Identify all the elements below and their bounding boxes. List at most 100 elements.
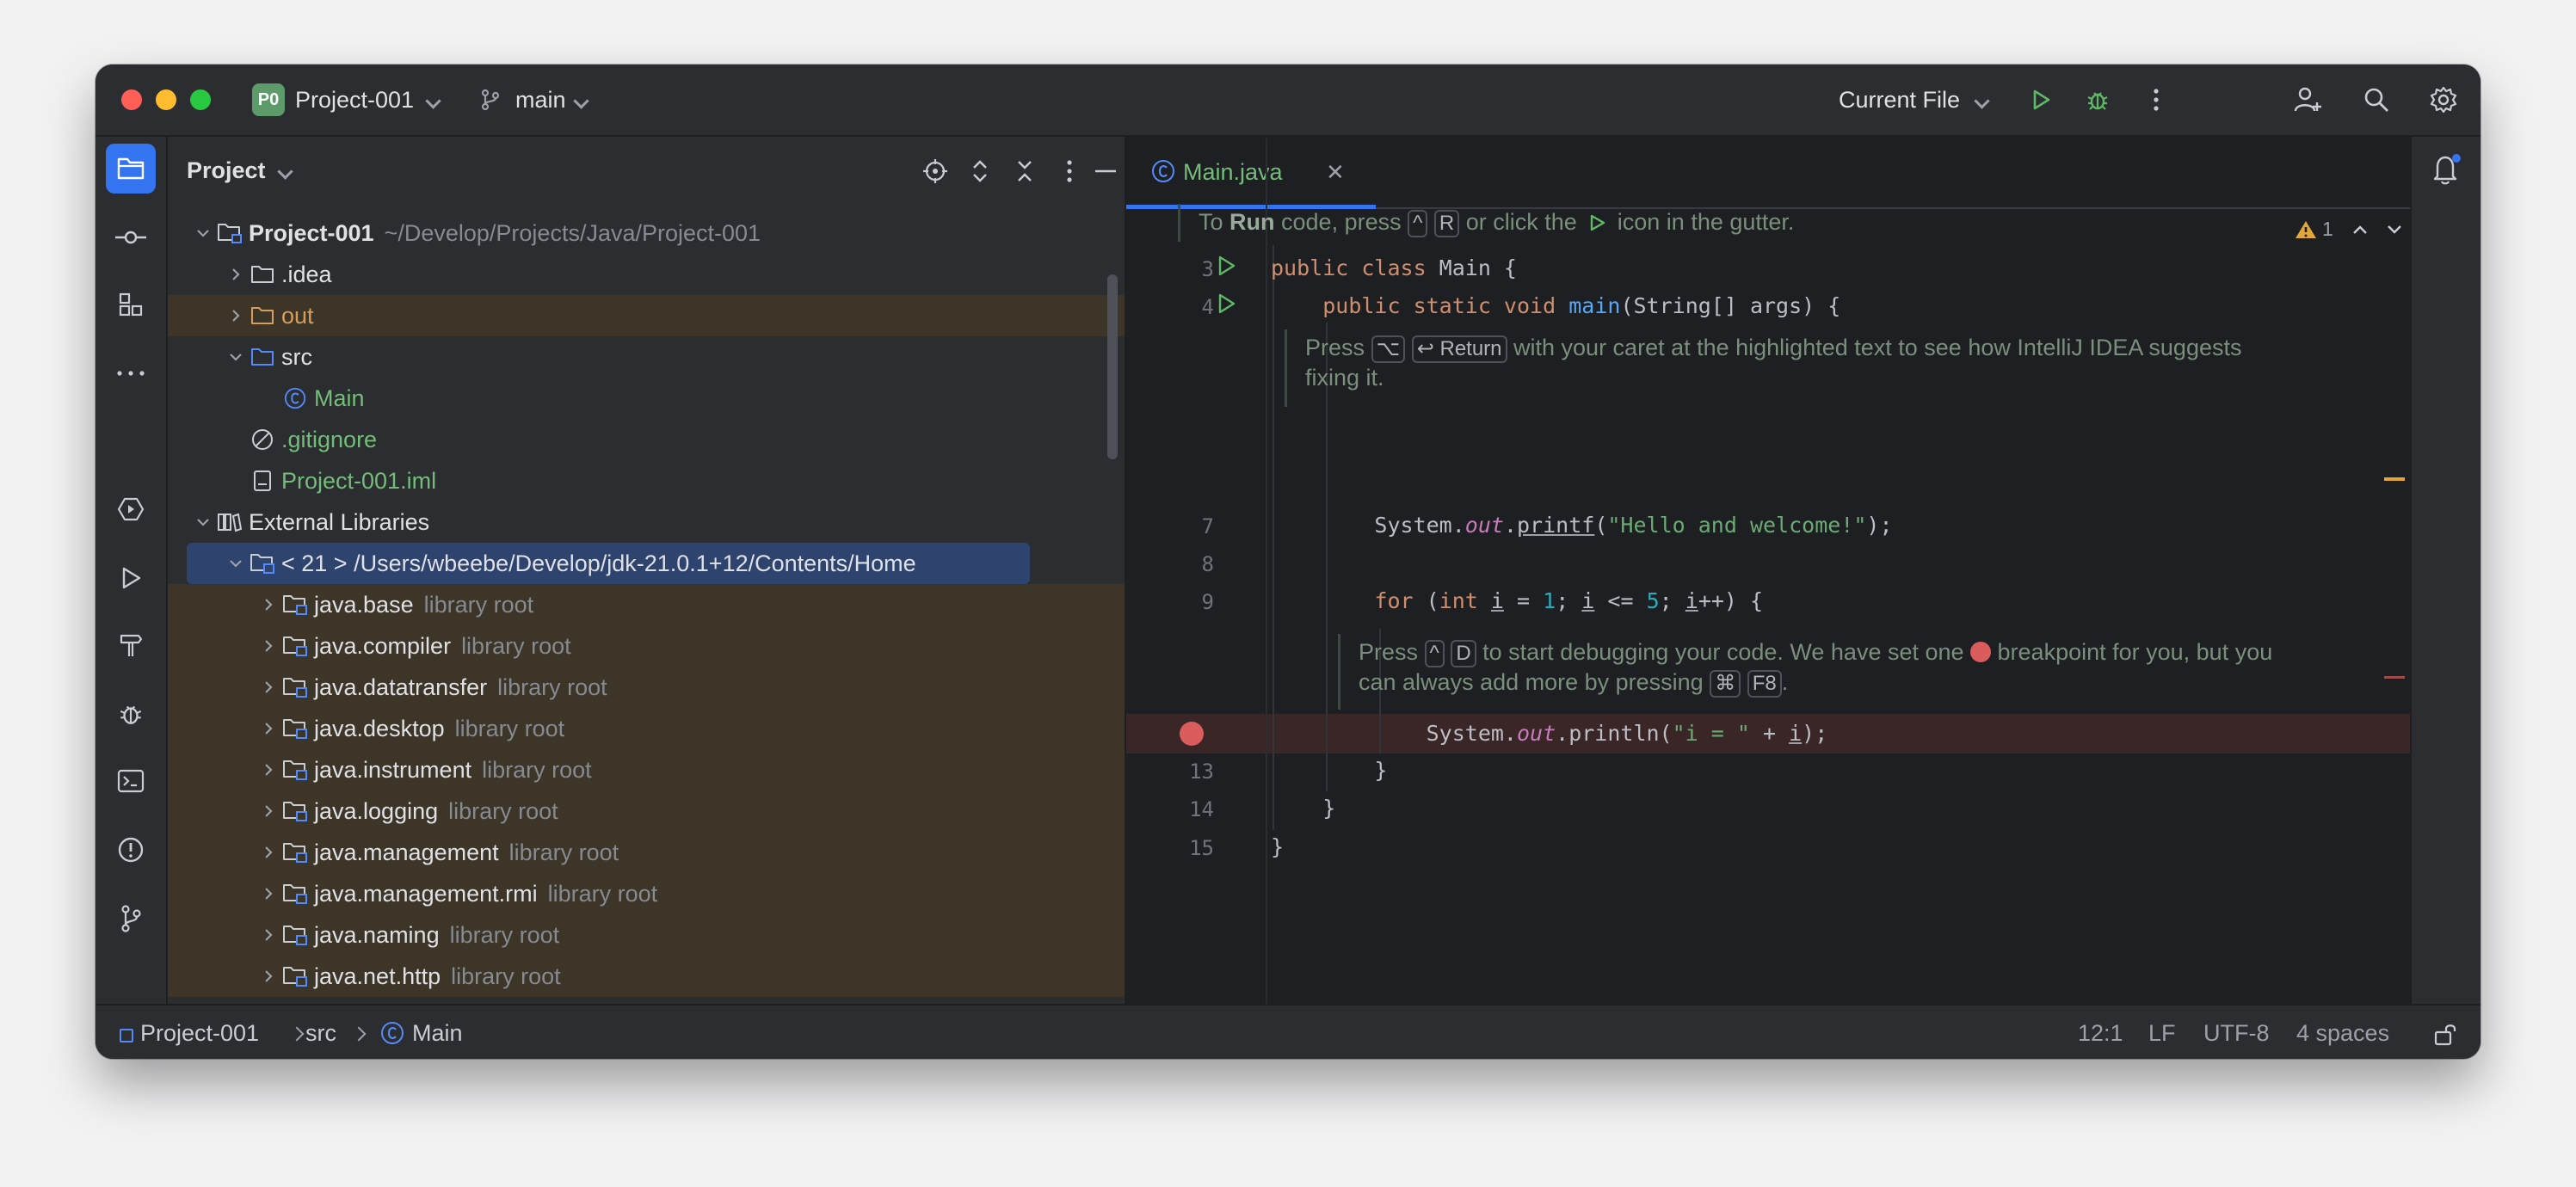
libraries-icon bbox=[216, 508, 243, 536]
run-config-selector[interactable]: Current File bbox=[1839, 83, 1960, 116]
zoom-window-button[interactable] bbox=[190, 89, 211, 110]
chevron-right-icon[interactable] bbox=[256, 798, 281, 824]
breadcrumb-src[interactable]: src bbox=[305, 1018, 336, 1049]
key-return: ↩ Return bbox=[1411, 335, 1507, 363]
debug-tool-icon[interactable] bbox=[106, 689, 156, 739]
services-icon[interactable] bbox=[106, 484, 156, 534]
chevron-right-icon[interactable] bbox=[256, 633, 281, 659]
collapse-all-icon[interactable] bbox=[1009, 156, 1040, 187]
close-window-button[interactable] bbox=[121, 89, 142, 110]
project-folder-icon[interactable] bbox=[106, 144, 156, 194]
expand-all-icon[interactable] bbox=[964, 156, 995, 187]
tab-main-java[interactable]: Main.java ✕ bbox=[1126, 137, 1376, 209]
caret-position[interactable]: 12:1 bbox=[2078, 1018, 2123, 1049]
run-main-gutter-icon[interactable] bbox=[1214, 292, 1238, 320]
tree-item[interactable]: out bbox=[168, 295, 1125, 336]
warning-stripe-mark[interactable] bbox=[2384, 477, 2405, 481]
code-line-13[interactable]: } bbox=[1271, 758, 1387, 783]
project-badge[interactable]: P0 bbox=[252, 83, 285, 116]
breadcrumb-main[interactable]: Main bbox=[412, 1018, 463, 1049]
tree-item[interactable]: External Libraries bbox=[168, 501, 1125, 543]
tree-item[interactable]: java.datatransfer library root bbox=[168, 667, 1125, 708]
tree-item[interactable]: java.management.rmi library root bbox=[168, 873, 1125, 914]
run-gutter-icon bbox=[1591, 214, 1605, 231]
project-selector[interactable]: Project-001 bbox=[295, 83, 414, 116]
chevron-down-icon[interactable] bbox=[190, 220, 216, 246]
notifications-bell-icon[interactable] bbox=[2431, 152, 2463, 191]
tree-item[interactable]: < 21 > /Users/wbeebe/Develop/jdk-21.0.1+… bbox=[168, 543, 1125, 584]
breakpoint-stripe-mark[interactable] bbox=[2384, 676, 2405, 679]
code-line-3[interactable]: public class Main { bbox=[1271, 255, 1517, 280]
tree-item[interactable]: java.naming library root bbox=[168, 914, 1125, 956]
structure-icon[interactable] bbox=[106, 280, 156, 329]
code-line-9[interactable]: for (int i = 1; i <= 5; i++) { bbox=[1271, 588, 1763, 613]
run-class-gutter-icon[interactable] bbox=[1214, 254, 1238, 282]
chevron-right-icon[interactable] bbox=[256, 674, 281, 700]
chevron-down-icon[interactable] bbox=[223, 550, 249, 576]
chevron-right-icon[interactable] bbox=[256, 922, 281, 948]
chevron-down-icon[interactable] bbox=[190, 509, 216, 535]
tree-item[interactable]: java.desktop library root bbox=[168, 708, 1125, 749]
chevron-down-icon[interactable] bbox=[223, 344, 249, 370]
inspection-widget[interactable]: 1 bbox=[2295, 218, 2404, 241]
tree-item[interactable]: java.instrument library root bbox=[168, 749, 1125, 790]
hide-panel-icon[interactable] bbox=[1090, 156, 1121, 187]
code-line-12[interactable]: System.out.println("i = " + i); bbox=[1271, 721, 1828, 746]
chevron-right-icon[interactable] bbox=[256, 963, 281, 989]
previous-highlight-icon[interactable] bbox=[2351, 224, 2370, 236]
key-f8: F8 bbox=[1747, 670, 1782, 698]
add-user-icon[interactable] bbox=[2291, 83, 2324, 116]
chevron-right-icon[interactable] bbox=[256, 840, 281, 865]
tree-item[interactable]: Project-001.iml bbox=[168, 460, 1125, 501]
commit-icon[interactable] bbox=[106, 212, 156, 262]
minimize-window-button[interactable] bbox=[156, 89, 176, 110]
code-line-14[interactable]: } bbox=[1271, 796, 1335, 821]
tree-item[interactable]: src bbox=[168, 336, 1125, 378]
tree-item[interactable]: .gitignore bbox=[168, 419, 1125, 460]
tree-item-hint: library root bbox=[423, 591, 534, 618]
more-tools-icon[interactable] bbox=[106, 348, 156, 398]
chevron-right-icon[interactable] bbox=[256, 881, 281, 907]
build-hammer-icon[interactable] bbox=[106, 620, 156, 670]
tree-item[interactable]: java.net.http library root bbox=[168, 956, 1125, 997]
breadcrumb-project[interactable]: Project-001 bbox=[140, 1018, 259, 1049]
next-highlight-icon[interactable] bbox=[2385, 224, 2404, 236]
tree-item[interactable]: java.management library root bbox=[168, 832, 1125, 873]
chevron-right-icon[interactable] bbox=[256, 592, 281, 618]
tree-item[interactable]: Main bbox=[168, 378, 1125, 419]
chevron-right-icon[interactable] bbox=[256, 716, 281, 741]
chevron-right-icon[interactable] bbox=[223, 261, 249, 287]
tree-item[interactable]: java.compiler library root bbox=[168, 625, 1125, 667]
locate-target-icon[interactable] bbox=[920, 156, 951, 187]
project-panel-title[interactable]: Project bbox=[187, 154, 266, 187]
chevron-right-icon[interactable] bbox=[223, 303, 249, 329]
problems-icon[interactable] bbox=[106, 825, 156, 875]
terminal-icon[interactable] bbox=[106, 756, 156, 806]
branch-selector[interactable]: main bbox=[515, 83, 566, 116]
settings-gear-icon[interactable] bbox=[2427, 83, 2460, 116]
panel-options-icon[interactable] bbox=[1054, 156, 1085, 187]
run-tool-icon[interactable] bbox=[106, 553, 156, 603]
lock-icon[interactable] bbox=[2432, 1021, 2458, 1051]
tree-item[interactable]: .idea bbox=[168, 254, 1125, 295]
library-folder-icon bbox=[281, 963, 309, 990]
git-icon[interactable] bbox=[106, 894, 156, 944]
code-line-15[interactable]: } bbox=[1271, 834, 1284, 859]
more-actions-icon[interactable] bbox=[2140, 83, 2172, 116]
tree-scrollbar[interactable] bbox=[1107, 274, 1118, 459]
line-separator[interactable]: LF bbox=[2148, 1018, 2176, 1049]
close-tab-icon[interactable]: ✕ bbox=[1326, 159, 1345, 186]
file-encoding[interactable]: UTF-8 bbox=[2203, 1018, 2270, 1049]
indent-setting[interactable]: 4 spaces bbox=[2296, 1018, 2389, 1049]
search-icon[interactable] bbox=[2360, 83, 2393, 116]
breakpoint-icon[interactable] bbox=[1180, 722, 1204, 746]
chevron-right-icon[interactable] bbox=[256, 757, 281, 783]
code-line-4[interactable]: public static void main(String[] args) { bbox=[1271, 293, 1840, 318]
tree-item[interactable]: Project-001 ~/Develop/Projects/Java/Proje… bbox=[168, 212, 1125, 254]
debug-icon[interactable] bbox=[2081, 83, 2114, 116]
tree-item[interactable]: java.logging library root bbox=[168, 790, 1125, 832]
code-line-7[interactable]: System.out.printf("Hello and welcome!"); bbox=[1271, 513, 1892, 538]
run-icon[interactable] bbox=[2024, 83, 2057, 116]
line-number: 13 bbox=[1189, 760, 1214, 784]
tree-item[interactable]: java.base library root bbox=[168, 584, 1125, 625]
